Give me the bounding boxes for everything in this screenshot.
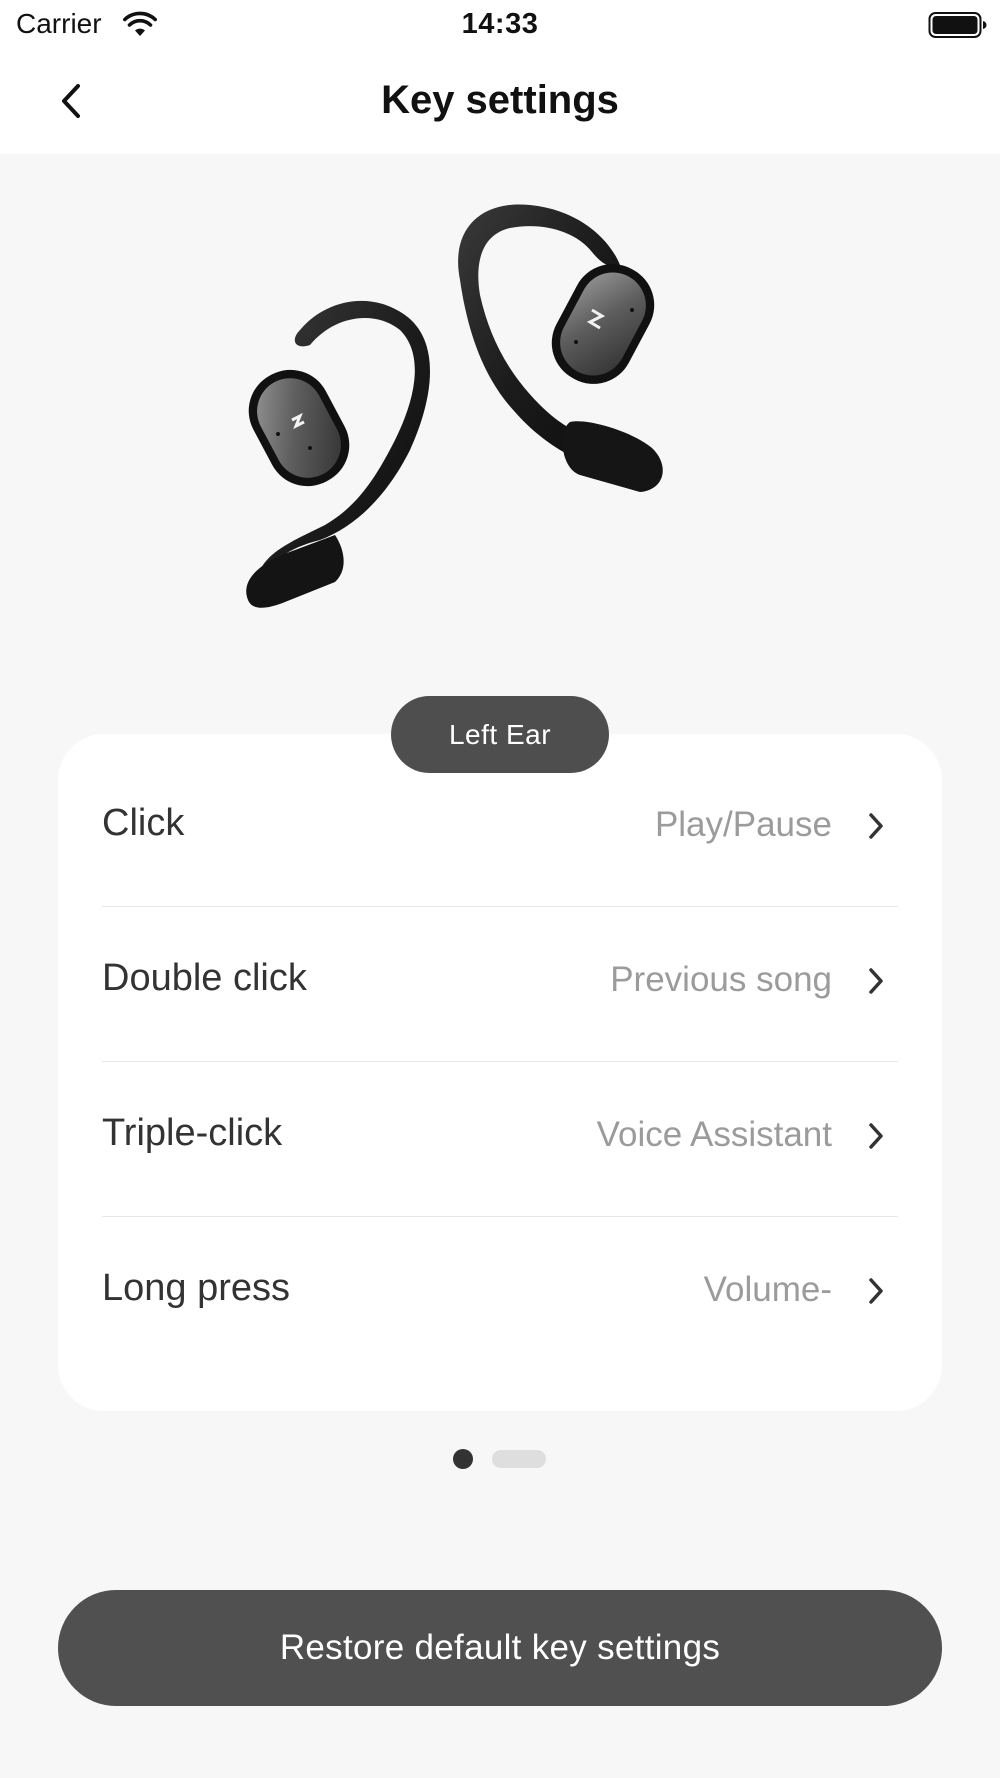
chevron-right-icon (869, 813, 883, 839)
setting-row-triple-click[interactable]: Triple-click Voice Assistant (102, 1062, 898, 1217)
header-area: Carrier 14:33 Key settings (0, 0, 1000, 154)
setting-value: Volume- (703, 1270, 832, 1309)
chevron-right-icon (869, 968, 883, 994)
restore-defaults-button[interactable]: Restore default key settings (58, 1590, 942, 1706)
setting-row-click[interactable]: Click Play/Pause (102, 752, 898, 907)
setting-label: Triple-click (102, 1112, 283, 1154)
right-earbud (458, 204, 663, 492)
setting-value: Previous song (610, 960, 832, 999)
page-indicator (0, 1448, 1000, 1470)
left-earbud (246, 300, 430, 608)
chevron-right-icon (869, 1278, 883, 1304)
page-title: Key settings (381, 78, 619, 122)
page-dot-inactive[interactable] (492, 1450, 546, 1468)
setting-label: Long press (102, 1267, 291, 1309)
setting-label: Click (102, 802, 185, 844)
page-dot-active[interactable] (453, 1449, 473, 1469)
status-time: 14:33 (461, 8, 539, 40)
key-settings-list: Click Play/Pause Double click Previous s… (102, 734, 898, 1371)
key-settings-card: Click Play/Pause Double click Previous s… (58, 734, 942, 1411)
setting-label: Double click (102, 957, 307, 999)
battery-icon (928, 12, 987, 38)
setting-row-double-click[interactable]: Double click Previous song (102, 907, 898, 1062)
setting-row-long-press[interactable]: Long press Volume- (102, 1217, 898, 1371)
earbuds-product-image (246, 204, 663, 608)
setting-value: Voice Assistant (596, 1115, 832, 1154)
setting-value: Play/Pause (654, 805, 832, 844)
chevron-right-icon (869, 1123, 883, 1149)
ear-selector-pill[interactable]: Left Ear (391, 696, 609, 773)
navigation-bar: Key settings (0, 60, 1000, 140)
status-bar: Carrier 14:33 (0, 0, 1000, 50)
